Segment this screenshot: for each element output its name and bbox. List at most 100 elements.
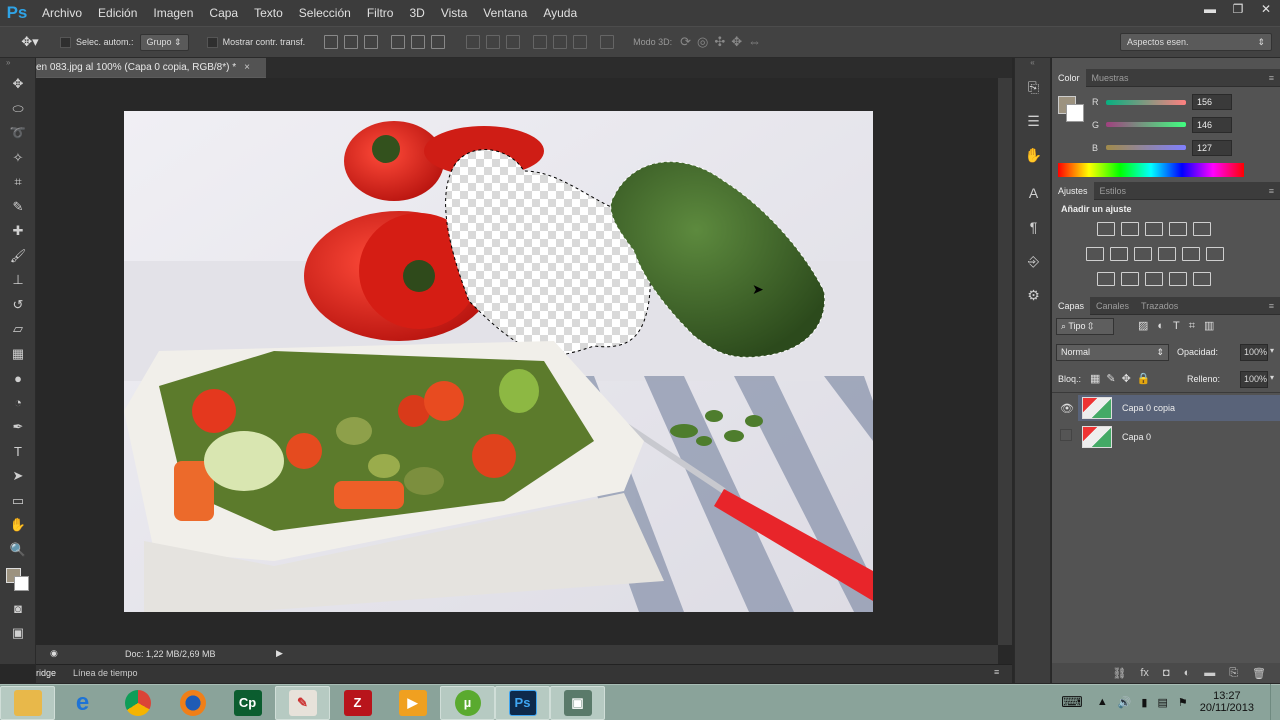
history-brush-tool-icon[interactable]: ↺ <box>0 293 36 318</box>
taskbar-captivate[interactable]: Cp <box>220 686 275 720</box>
character-panel-icon[interactable]: A <box>1015 176 1052 210</box>
panel-menu-icon[interactable]: ≡ <box>994 667 999 677</box>
maximize-button[interactable]: ❐ <box>1224 0 1252 18</box>
hue-saturation-icon[interactable] <box>1086 247 1104 261</box>
tab-color[interactable]: Color <box>1052 68 1086 87</box>
close-tab-icon[interactable]: × <box>244 62 250 73</box>
posterize-icon[interactable] <box>1121 272 1139 286</box>
adjustment-layer-icon[interactable]: ◐ <box>1184 667 1191 679</box>
layer-filter-icons[interactable]: ▨◐T⌗▥ <box>1138 319 1223 333</box>
vibrance-icon[interactable] <box>1193 222 1211 236</box>
align-left-icon[interactable] <box>391 35 406 49</box>
battery-icon[interactable]: ▮ <box>1141 696 1147 709</box>
screen-mode-icon[interactable]: ▣ <box>0 621 36 646</box>
menu-archivo[interactable]: Archivo <box>34 6 90 20</box>
brush-tool-icon[interactable]: 🖌 <box>0 244 36 269</box>
eraser-tool-icon[interactable]: ▱ <box>0 317 36 342</box>
red-value[interactable]: 156 <box>1192 94 1232 110</box>
tab-styles[interactable]: Estilos <box>1094 182 1133 200</box>
volume-icon[interactable]: 🔊 <box>1118 696 1132 709</box>
vertical-scrollbar[interactable] <box>998 78 1012 645</box>
eyedropper-tool-icon[interactable]: ✎ <box>0 195 36 220</box>
status-menu-icon[interactable]: ◉ <box>50 648 58 659</box>
menu-texto[interactable]: Texto <box>246 6 291 20</box>
background-color-swatch[interactable] <box>1066 104 1084 122</box>
distribute-bottom-icon[interactable] <box>506 35 521 49</box>
menu-filtro[interactable]: Filtro <box>359 6 402 20</box>
background-color-swatch[interactable] <box>14 576 29 591</box>
exposure-icon[interactable] <box>1169 222 1187 236</box>
menu-edicion[interactable]: Edición <box>90 6 145 20</box>
show-desktop-button[interactable] <box>1270 684 1280 720</box>
distribute-left-icon[interactable] <box>533 35 548 49</box>
distribute-right-icon[interactable] <box>573 35 588 49</box>
layer-filter-dropdown[interactable]: ⌕ Tipo ⇕ <box>1056 318 1114 335</box>
photo-filter-icon[interactable] <box>1158 247 1176 261</box>
status-arrow-icon[interactable]: ▶ <box>276 648 283 659</box>
taskbar-ie[interactable]: e <box>55 686 110 720</box>
hand-tool-icon[interactable]: ✋ <box>0 513 36 538</box>
tool-presets-panel-icon[interactable]: ⚙ <box>1015 278 1052 312</box>
menu-3d[interactable]: 3D <box>401 6 432 20</box>
path-select-tool-icon[interactable]: ➤ <box>0 464 36 489</box>
tab-layers[interactable]: Capas <box>1052 296 1091 315</box>
taskbar-projector[interactable]: ▣ <box>550 685 605 720</box>
color-spectrum-bar[interactable] <box>1058 163 1244 177</box>
menu-vista[interactable]: Vista <box>433 6 475 20</box>
curves-icon[interactable] <box>1145 222 1163 236</box>
new-layer-icon[interactable]: ⎘ <box>1229 667 1238 680</box>
shape-tool-icon[interactable]: ▭ <box>0 489 36 514</box>
black-white-icon[interactable] <box>1134 247 1152 261</box>
lock-icons[interactable]: ▦✎✥🔒 <box>1090 372 1157 385</box>
clone-source-panel-icon[interactable]: ⎆ <box>1015 244 1052 278</box>
menu-capa[interactable]: Capa <box>201 6 246 20</box>
lasso-tool-icon[interactable]: ➰ <box>0 121 36 146</box>
tab-paths[interactable]: Trazados <box>1135 297 1184 315</box>
distribute-hcenter-icon[interactable] <box>553 35 568 49</box>
fill-arrow-icon[interactable]: ▾ <box>1270 373 1274 382</box>
close-button[interactable]: ✕ <box>1252 0 1280 18</box>
clone-stamp-tool-icon[interactable]: ⊥ <box>0 268 36 293</box>
color-balance-icon[interactable] <box>1110 247 1128 261</box>
tab-channels[interactable]: Canales <box>1090 297 1135 315</box>
selective-color-icon[interactable] <box>1169 272 1187 286</box>
opacity-value[interactable]: 100% <box>1240 344 1268 361</box>
tab-adjustments[interactable]: Ajustes <box>1052 181 1094 200</box>
tab-timeline[interactable]: Línea de tiempo <box>73 668 138 678</box>
taskbar-chrome[interactable] <box>110 686 165 720</box>
show-hidden-icons-icon[interactable]: ▲ <box>1097 696 1108 708</box>
pen-tool-icon[interactable]: ✒ <box>0 415 36 440</box>
channel-mixer-icon[interactable] <box>1182 247 1200 261</box>
threshold-icon[interactable] <box>1145 272 1163 286</box>
taskbar-moviemaker[interactable]: ▶ <box>385 686 440 720</box>
gradient-tool-icon[interactable]: ▦ <box>0 342 36 367</box>
distribute-top-icon[interactable] <box>466 35 481 49</box>
layer-style-icon[interactable]: fx <box>1140 667 1149 679</box>
taskbar-utorrent[interactable]: µ <box>440 685 495 720</box>
menu-seleccion[interactable]: Selección <box>291 6 359 20</box>
gradient-map-icon[interactable] <box>1193 272 1211 286</box>
zoom-tool-icon[interactable]: 🔍 <box>0 538 36 563</box>
green-slider[interactable] <box>1106 122 1186 127</box>
marquee-tool-icon[interactable]: ⬭ <box>0 97 36 122</box>
fill-value[interactable]: 100% <box>1240 371 1268 388</box>
crop-tool-icon[interactable]: ⌗ <box>0 170 36 195</box>
layer-mask-icon[interactable]: ◘ <box>1163 667 1170 679</box>
blur-tool-icon[interactable]: ● <box>0 366 36 391</box>
taskbar-firefox[interactable] <box>165 686 220 720</box>
align-right-icon[interactable] <box>431 35 446 49</box>
new-group-icon[interactable]: ▬ <box>1204 667 1215 679</box>
opacity-arrow-icon[interactable]: ▾ <box>1270 346 1274 355</box>
clock[interactable]: 13:27 20/11/2013 <box>1200 690 1254 714</box>
layer-row-capa-0-copia[interactable]: Capa 0 copia <box>1078 395 1280 421</box>
levels-icon[interactable] <box>1121 222 1139 236</box>
workspace-dropdown[interactable]: Aspectos esen. ⇕ <box>1120 33 1272 51</box>
blend-mode-dropdown[interactable]: Normal ⇕ <box>1056 344 1169 361</box>
actions-panel-icon[interactable]: ✋ <box>1015 138 1052 172</box>
invert-icon[interactable] <box>1097 272 1115 286</box>
visibility-eye-icon[interactable]: 👁 <box>1060 402 1074 415</box>
menu-ventana[interactable]: Ventana <box>475 6 535 20</box>
auto-align-icon[interactable] <box>600 35 615 49</box>
type-tool-icon[interactable]: T <box>0 440 36 465</box>
layer-row-capa-0[interactable]: Capa 0 <box>1078 424 1280 450</box>
